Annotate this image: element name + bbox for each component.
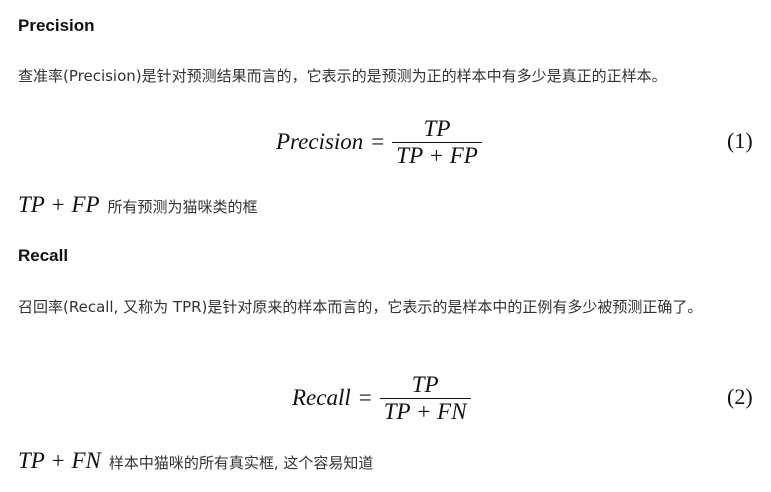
precision-fraction: TP TP + FP <box>392 116 482 169</box>
precision-note-expression: TP + FP <box>18 192 100 217</box>
precision-note-text: 所有预测为猫咪类的框 <box>107 198 258 216</box>
recall-fraction: TP TP + FN <box>379 371 471 425</box>
precision-equation-number: (1) <box>727 128 753 153</box>
recall-numerator: TP <box>411 371 439 397</box>
precision-note: TP + FP 所有预测为猫咪类的框 <box>18 192 258 218</box>
precision-numerator: TP <box>423 115 451 141</box>
precision-description: 查准率(Precision)是针对预测结果而言的，它表示的是预测为正的样本中有多… <box>18 67 667 85</box>
precision-denominator: TP + FP <box>396 142 478 168</box>
recall-note: TP + FN 样本中猫咪的所有真实框, 这个容易知道 <box>18 448 373 474</box>
recall-equation-lhs: Recall <box>292 385 351 410</box>
recall-note-text: 样本中猫咪的所有真实框, 这个容易知道 <box>108 454 374 472</box>
recall-denominator: TP + FN <box>383 398 467 424</box>
precision-heading: Precision <box>18 16 95 35</box>
recall-description: 召回率(Recall, 又称为 TPR)是针对原来的样本而言的，它表示的是样本中… <box>18 298 703 316</box>
precision-equation-lhs: Precision <box>276 129 364 154</box>
precision-equation: Precision = TP TP + FP <box>276 112 482 172</box>
recall-equation-equals: = <box>358 385 372 410</box>
recall-equation: Recall = TP TP + FN <box>292 368 471 428</box>
recall-note-expression: TP + FN <box>18 448 101 473</box>
recall-heading: Recall <box>18 246 69 265</box>
recall-equation-number: (2) <box>727 384 753 409</box>
precision-equation-equals: = <box>371 129 385 154</box>
